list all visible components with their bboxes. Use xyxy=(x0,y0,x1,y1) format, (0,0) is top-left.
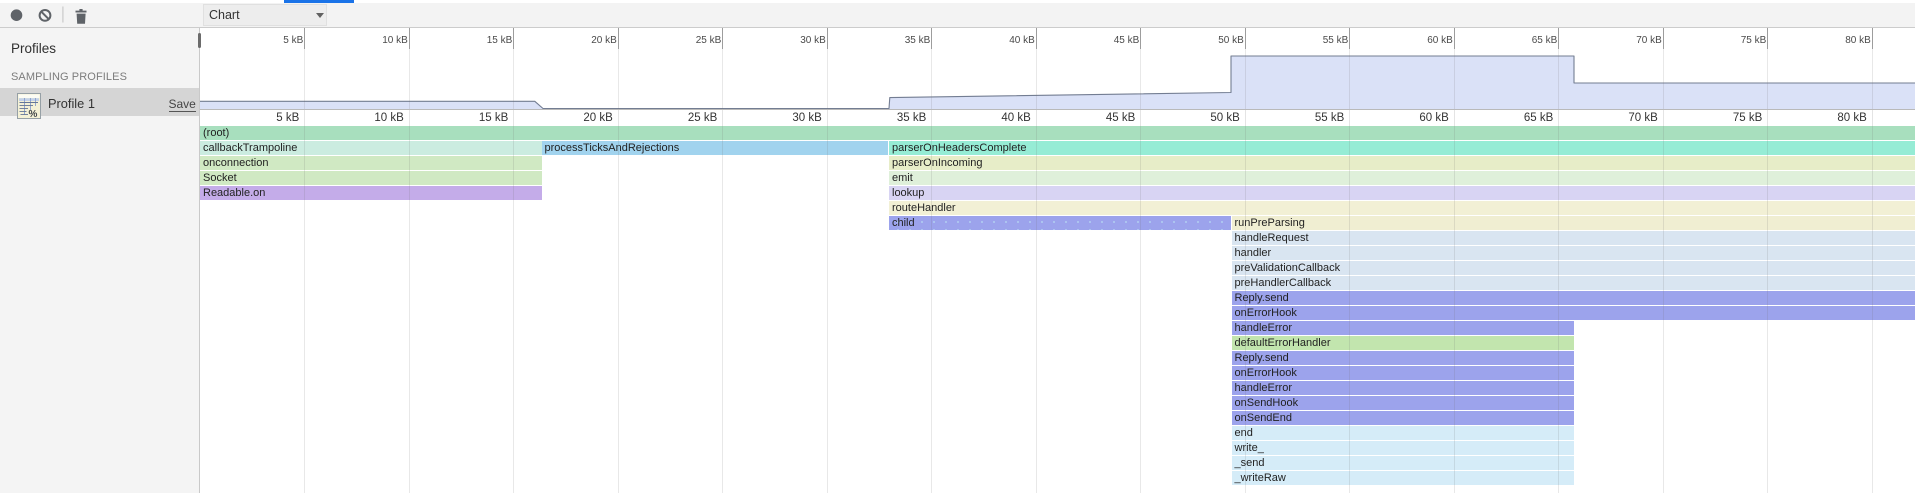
svg-text:%: % xyxy=(28,109,37,119)
